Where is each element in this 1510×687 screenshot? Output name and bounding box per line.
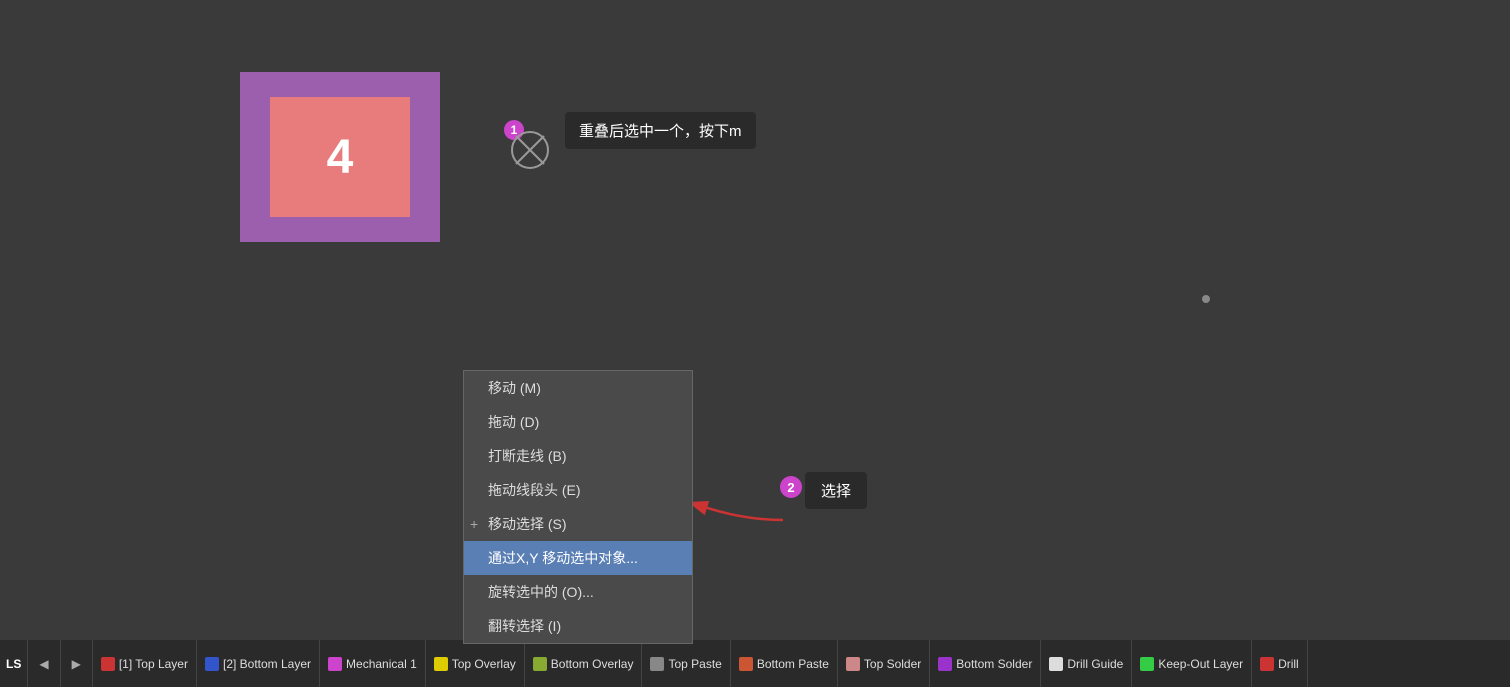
arrow-indicator [683, 490, 803, 550]
top-solder-label: Top Solder [864, 657, 921, 671]
menu-item-rotate[interactable]: 旋转选中的 (O)... [464, 575, 692, 609]
tooltip-step1: 重叠后选中一个，按下m [565, 112, 756, 149]
ls-label: LS [6, 657, 21, 671]
drill-guide-label: Drill Guide [1067, 657, 1123, 671]
mechanical-layer-color [328, 657, 342, 671]
layer-bottom[interactable]: [2] Bottom Layer [197, 640, 320, 687]
top-solder-color [846, 657, 860, 671]
plus-icon: + [470, 516, 478, 532]
circle-x-icon [510, 130, 550, 170]
menu-item-flip[interactable]: 翻转选择 (I) [464, 609, 692, 643]
pcb-component: 4 [240, 72, 440, 242]
tooltip1-text: 重叠后选中一个，按下m [579, 120, 742, 141]
bottom-solder-color [938, 657, 952, 671]
bottom-overlay-label: Bottom Overlay [551, 657, 634, 671]
pcb-number: 4 [327, 130, 354, 185]
top-overlay-label: Top Overlay [452, 657, 516, 671]
layer-bottom-overlay[interactable]: Bottom Overlay [525, 640, 643, 687]
layer-top-overlay[interactable]: Top Overlay [426, 640, 525, 687]
next-layer-button[interactable]: ▶ [69, 657, 84, 671]
tooltip-step2: 选择 [805, 472, 867, 509]
dot-decoration [1202, 295, 1210, 303]
menu-item-drag-segment[interactable]: 拖动线段头 (E) [464, 473, 692, 507]
bottom-layer-label: [2] Bottom Layer [223, 657, 311, 671]
top-overlay-color [434, 657, 448, 671]
nav-next[interactable]: ▶ [61, 640, 93, 687]
status-bar: LS ◀ ▶ [1] Top Layer [2] Bottom Layer Me… [0, 640, 1510, 687]
bottom-solder-label: Bottom Solder [956, 657, 1032, 671]
drill-label: Drill [1278, 657, 1299, 671]
menu-item-move[interactable]: 移动 (M) [464, 371, 692, 405]
step2-badge: 2 [780, 476, 802, 498]
top-layer-label: [1] Top Layer [119, 657, 188, 671]
bottom-overlay-color [533, 657, 547, 671]
layer-drill[interactable]: Drill [1252, 640, 1308, 687]
keepout-label: Keep-Out Layer [1158, 657, 1243, 671]
keepout-color [1140, 657, 1154, 671]
layer-top-paste[interactable]: Top Paste [642, 640, 730, 687]
layer-drill-guide[interactable]: Drill Guide [1041, 640, 1132, 687]
status-ls: LS [0, 640, 28, 687]
top-paste-label: Top Paste [668, 657, 721, 671]
layer-bottom-solder[interactable]: Bottom Solder [930, 640, 1041, 687]
layer-mechanical[interactable]: Mechanical 1 [320, 640, 426, 687]
nav-prev[interactable]: ◀ [28, 640, 60, 687]
tooltip2-text: 选择 [821, 480, 851, 501]
menu-item-move-xy[interactable]: 通过X,Y 移动选中对象... [464, 541, 692, 575]
bottom-paste-color [739, 657, 753, 671]
layer-top[interactable]: [1] Top Layer [93, 640, 197, 687]
drill-guide-color [1049, 657, 1063, 671]
top-layer-color [101, 657, 115, 671]
layer-keepout[interactable]: Keep-Out Layer [1132, 640, 1252, 687]
menu-item-move-selection[interactable]: + 移动选择 (S) [464, 507, 692, 541]
context-menu: 移动 (M) 拖动 (D) 打断走线 (B) 拖动线段头 (E) + 移动选择 … [463, 370, 693, 644]
canvas-area: 4 1 重叠后选中一个，按下m 移动 (M) 拖动 (D) 打断走线 (B) 拖… [0, 0, 1510, 640]
prev-layer-button[interactable]: ◀ [36, 657, 51, 671]
pcb-inner: 4 [270, 97, 410, 217]
layer-bottom-paste[interactable]: Bottom Paste [731, 640, 838, 687]
menu-item-drag[interactable]: 拖动 (D) [464, 405, 692, 439]
mechanical-layer-label: Mechanical 1 [346, 657, 417, 671]
drill-color [1260, 657, 1274, 671]
bottom-layer-color [205, 657, 219, 671]
menu-item-break[interactable]: 打断走线 (B) [464, 439, 692, 473]
layer-top-solder[interactable]: Top Solder [838, 640, 930, 687]
bottom-paste-label: Bottom Paste [757, 657, 829, 671]
top-paste-color [650, 657, 664, 671]
